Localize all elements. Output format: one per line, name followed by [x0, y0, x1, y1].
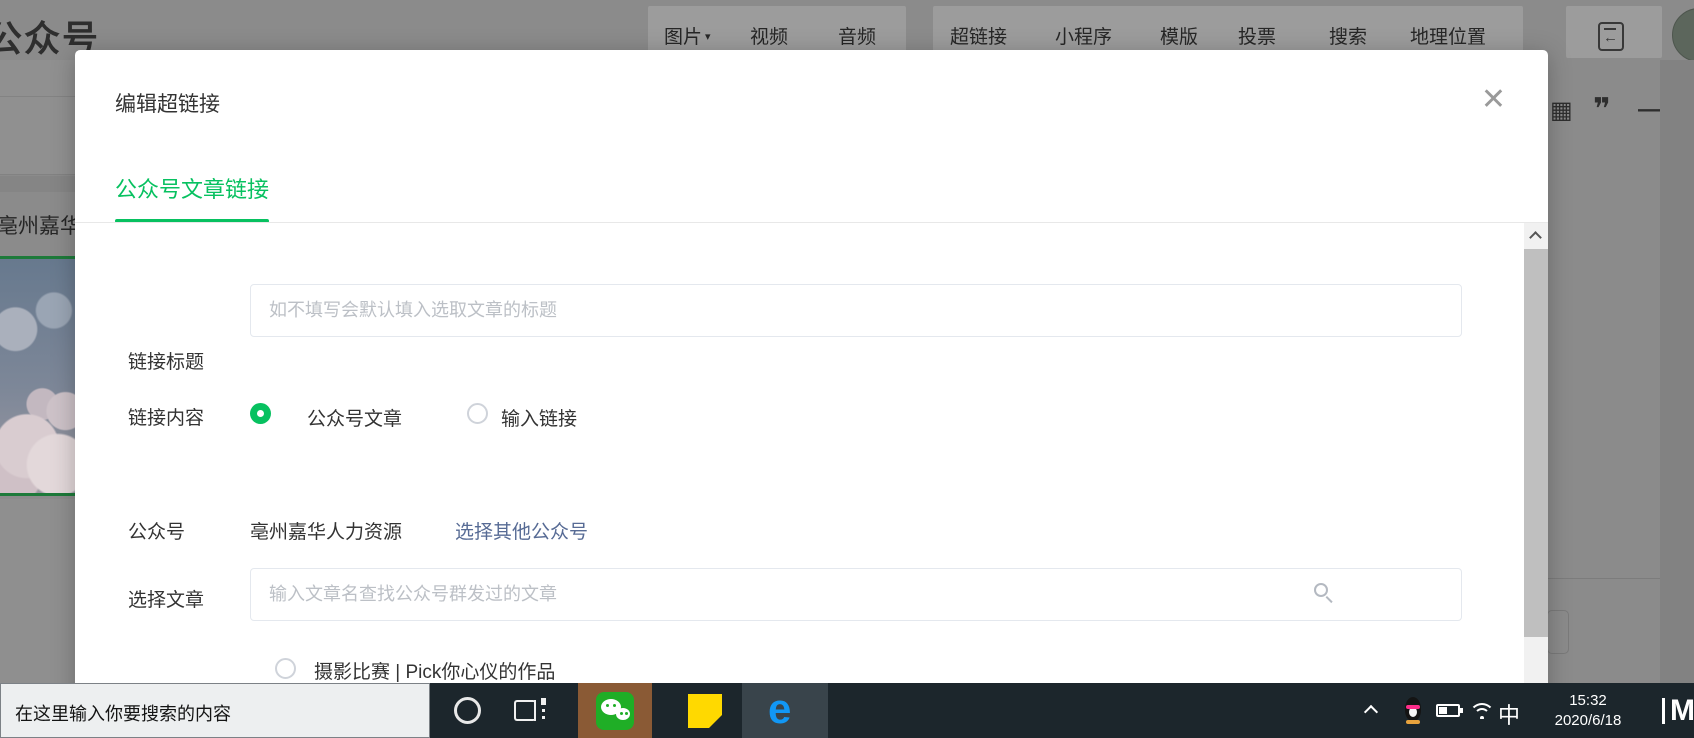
divider: [0, 96, 78, 97]
wechat-eye: [613, 704, 616, 707]
blockquote-icon[interactable]: ❞: [1593, 92, 1611, 127]
taskbar-search-box[interactable]: 在这里输入你要搜索的内容: [0, 683, 430, 738]
toolbar-item-location[interactable]: 地理位置: [1410, 22, 1486, 49]
account-label: 公众号: [128, 522, 186, 543]
clock-time: 15:32: [1569, 692, 1607, 709]
windows-taskbar: 在这里输入你要搜索的内容 e 中 15:32 2020/6/18 M: [0, 683, 1694, 738]
toolbar-item-miniprogram[interactable]: 小程序: [1055, 22, 1112, 49]
horizontal-rule-icon[interactable]: —: [1638, 96, 1662, 124]
clock-date: 2020/6/18: [1554, 712, 1622, 729]
divider: [1548, 578, 1660, 579]
account-avatar[interactable]: [1672, 8, 1694, 62]
link-title-input[interactable]: [250, 284, 1462, 337]
wechat-icon: [596, 692, 634, 730]
search-stem: [1325, 596, 1333, 604]
wechat-eye: [606, 704, 609, 707]
collapse-panel-icon[interactable]: ←: [1598, 22, 1624, 51]
panel-icon-arrow: ←: [1603, 29, 1618, 46]
edit-hyperlink-dialog: 编辑超链接 ✕ 公众号文章链接 链接标题 链接内容 公众号文章 输入链接 公众号…: [75, 50, 1548, 738]
editor-body-dimmed: [0, 499, 78, 683]
scroll-up-icon[interactable]: [1529, 231, 1542, 244]
qq-scarf: [1406, 705, 1420, 709]
toolbar-item-search[interactable]: 搜索: [1329, 22, 1367, 49]
taskbar-clock[interactable]: 15:32 2020/6/18: [1536, 691, 1640, 731]
wechat-eye: [625, 712, 628, 715]
task-view-frame: [514, 700, 536, 721]
battery-icon[interactable]: [1436, 704, 1463, 717]
qq-feet: [1406, 720, 1420, 724]
table-icon[interactable]: ▦: [1550, 96, 1573, 125]
task-view-dot: [542, 709, 545, 712]
task-view-dot: [541, 698, 546, 705]
tab-bottom-border: [75, 222, 1548, 223]
article-option-label[interactable]: 摄影比赛 | Pick你心仪的作品: [314, 657, 555, 684]
link-title-label: 链接标题: [128, 352, 205, 373]
link-content-label: 链接内容: [128, 408, 205, 429]
task-view-bar: [534, 700, 536, 721]
tray-expand-icon[interactable]: [1363, 704, 1379, 720]
screen: 公众号 图片 ▾ 视频 音频 超链接 小程序 模版 投票 搜索 地理位置 ← 亳州…: [0, 0, 1694, 738]
taskbar-search-text: 在这里输入你要搜索的内容: [15, 704, 231, 724]
taskbar-stickynotes-button[interactable]: [668, 683, 742, 738]
search-icon[interactable]: [1314, 583, 1334, 604]
corner-app-icon[interactable]: M: [1670, 694, 1694, 728]
sticky-notes-icon: [688, 694, 722, 728]
cortana-icon[interactable]: [454, 697, 481, 724]
tab-official-article-link[interactable]: 公众号文章链接: [115, 172, 269, 223]
radio-input-url-label[interactable]: 输入链接: [501, 404, 577, 431]
editor-side-panel: [0, 60, 78, 175]
toolbar-item-video[interactable]: 视频: [750, 22, 788, 49]
scrollbar-thumb[interactable]: [1524, 249, 1548, 637]
divider-band: [0, 176, 78, 192]
search-lens: [1314, 583, 1328, 597]
task-view-dot: [542, 716, 545, 719]
toolbar-item-hyperlink[interactable]: 超链接: [950, 22, 1007, 49]
corner-icon-bar: [1662, 698, 1665, 724]
toolbar-item-vote[interactable]: 投票: [1238, 22, 1276, 49]
toolbar-item-audio[interactable]: 音频: [838, 22, 876, 49]
ime-indicator[interactable]: 中: [1498, 698, 1520, 730]
radio-official-article[interactable]: [250, 403, 271, 424]
taskbar-edge-button[interactable]: e: [742, 683, 828, 738]
account-value: 亳州嘉华人力资源: [250, 522, 403, 543]
article-title-snippet: 亳州嘉华: [0, 215, 81, 238]
choose-article-label: 选择文章: [128, 590, 205, 611]
dialog-scrollbar[interactable]: [1524, 223, 1548, 738]
dimmed-button-edge: [1547, 610, 1569, 654]
page-scroll-area: [1660, 60, 1694, 683]
toolbar-item-image[interactable]: 图片 ▾: [664, 22, 711, 49]
cover-image: [0, 256, 77, 496]
radio-input-url[interactable]: [467, 403, 488, 424]
article-search-input[interactable]: [250, 568, 1462, 621]
taskbar-wechat-button[interactable]: [578, 683, 652, 738]
wechat-eye: [620, 712, 623, 715]
wifi-icon[interactable]: [1468, 701, 1496, 719]
qq-icon[interactable]: [1402, 697, 1424, 725]
toolbar-item-template[interactable]: 模版: [1160, 22, 1198, 49]
dialog-title: 编辑超链接: [115, 93, 220, 116]
battery-level: [1439, 707, 1447, 714]
wifi-dot: [1480, 716, 1484, 719]
task-view-icon[interactable]: [514, 698, 546, 723]
article-option-radio[interactable]: [275, 658, 296, 679]
radio-official-article-label[interactable]: 公众号文章: [307, 404, 402, 431]
chevron-down-icon: ▾: [705, 31, 711, 43]
edge-icon: e: [768, 685, 792, 732]
close-icon[interactable]: ✕: [1481, 82, 1506, 117]
choose-other-account-link[interactable]: 选择其他公众号: [455, 517, 588, 544]
